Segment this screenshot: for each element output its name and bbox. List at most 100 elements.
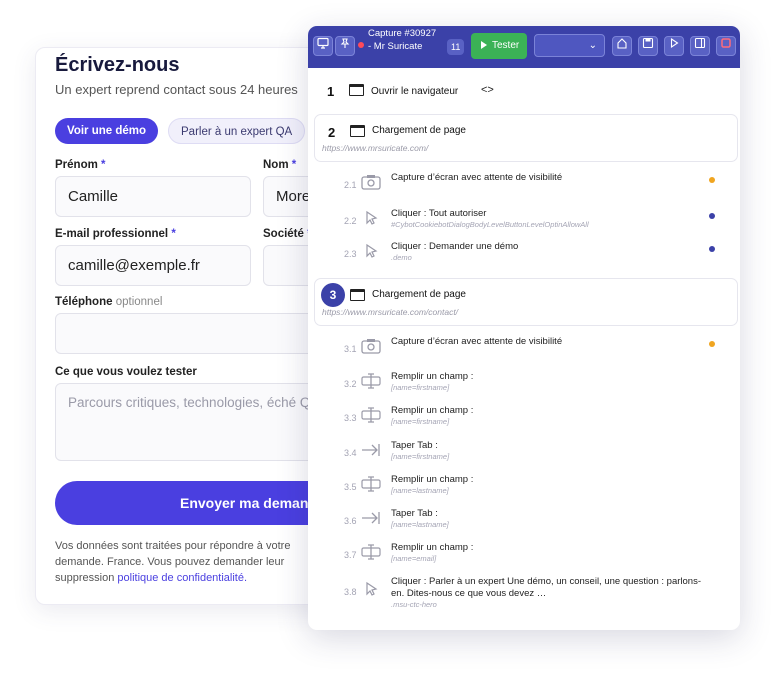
step-2-1[interactable]: 2.1 Capture d’écran avec attente de visi…	[338, 172, 738, 206]
step-2-3[interactable]: 2.3 Cliquer : Demander une démo .demo	[338, 241, 738, 275]
recorder-title: Capture #30927 - Mr Suricate	[368, 28, 437, 52]
page-load-icon	[350, 125, 365, 137]
step-count-badge: 11	[447, 39, 465, 55]
step-selector: #CybotCookiebotDialogBodyLevelButtonLeve…	[391, 220, 589, 229]
code-icon[interactable]: <>	[481, 84, 494, 96]
text-field-icon	[360, 476, 382, 494]
step-selector: [name=firstname]	[391, 383, 450, 392]
monitor-icon[interactable]	[313, 36, 333, 56]
step-number: 1	[327, 84, 335, 99]
step-3-7[interactable]: 3.7 Remplir un champ : [name=email]	[338, 542, 738, 576]
form-title: Écrivez-nous	[55, 54, 180, 76]
step-2-2[interactable]: 2.2 Cliquer : Tout autoriser #CybotCooki…	[338, 208, 738, 242]
step-label: Cliquer : Parler à un expert Une démo, u…	[391, 576, 701, 599]
step-number: 3.8	[344, 587, 357, 597]
tab-arrow-icon	[360, 510, 382, 528]
save-icon[interactable]	[638, 36, 658, 56]
pin-icon[interactable]	[335, 36, 355, 56]
step-label: Ouvrir le navigateur	[371, 86, 459, 97]
status-dot	[709, 246, 715, 252]
step-2[interactable]: 2 Chargement de page https://www.mrsuric…	[314, 114, 738, 162]
step-label: Taper Tab :	[391, 508, 438, 519]
recorder-panel: Capture #30927 - Mr Suricate 11 Tester ⌄…	[308, 26, 740, 630]
phone-label: Téléphone optionnel	[55, 296, 163, 308]
step-selector: [name=email]	[391, 554, 437, 563]
test-button[interactable]: Tester	[471, 33, 527, 59]
step-label: Remplir un champ :	[391, 542, 474, 553]
step-3[interactable]: 3 Chargement de page https://www.mrsuric…	[314, 278, 738, 326]
submit-button[interactable]: Envoyer ma demande	[55, 481, 334, 525]
step-label: Capture d’écran avec attente de visibili…	[391, 336, 563, 347]
step-label: Remplir un champ :	[391, 405, 474, 416]
step-selector: [name=firstname]	[391, 417, 450, 426]
step-label: Cliquer : Demander une démo	[391, 241, 519, 252]
text-field-icon	[360, 373, 382, 391]
recorder-toolbar: Capture #30927 - Mr Suricate 11 Tester ⌄	[308, 26, 740, 68]
step-selector: [name=lastname]	[391, 486, 449, 495]
step-number: 3.7	[344, 550, 357, 560]
email-label: E-mail professionnel *	[55, 228, 176, 240]
home-icon[interactable]	[612, 36, 632, 56]
step-selector: .msu-ctc-hero	[391, 600, 437, 609]
panel-toggle-icon[interactable]	[690, 36, 710, 56]
step-number: 3	[321, 283, 345, 307]
step-selector: [name=firstname]	[391, 452, 450, 461]
play-icon	[481, 41, 487, 49]
cursor-icon	[360, 581, 382, 599]
step-number: 3.2	[344, 379, 357, 389]
step-3-2[interactable]: 3.2 Remplir un champ : [name=firstname]	[338, 371, 738, 405]
form-subtitle: Un expert reprend contact sous 24 heures	[55, 82, 298, 97]
step-selector: [name=lastname]	[391, 520, 449, 529]
step-label: Remplir un champ :	[391, 474, 474, 485]
text-field-icon	[360, 544, 382, 562]
phone-field[interactable]	[55, 313, 334, 354]
tab-expert[interactable]: Parler à un expert QA	[168, 118, 306, 144]
status-dot	[709, 213, 715, 219]
test-textarea[interactable]: Parcours critiques, technologies, éché Q…	[55, 383, 334, 461]
step-3-1[interactable]: 3.1 Capture d’écran avec attente de visi…	[338, 336, 738, 370]
status-dot	[709, 177, 715, 183]
tab-arrow-icon	[360, 442, 382, 460]
stop-icon[interactable]	[716, 36, 736, 56]
test-label: Ce que vous voulez tester	[55, 366, 197, 378]
cursor-icon	[360, 210, 382, 228]
step-number: 3.4	[344, 448, 357, 458]
step-url: https://www.mrsuricate.com/	[322, 143, 429, 153]
cursor-icon	[360, 243, 382, 261]
step-3-5[interactable]: 3.5 Remplir un champ : [name=lastname]	[338, 474, 738, 508]
chevron-down-icon: ⌄	[588, 40, 597, 51]
tab-demo[interactable]: Voir une démo	[55, 118, 159, 144]
company-label: Société *	[263, 228, 312, 240]
firstname-field[interactable]: Camille	[55, 176, 251, 217]
status-dot	[709, 341, 715, 347]
step-number: 2.3	[344, 249, 357, 259]
step-label: Capture d’écran avec attente de visibili…	[391, 172, 563, 183]
step-label: Cliquer : Tout autoriser	[391, 208, 487, 219]
step-3-3[interactable]: 3.3 Remplir un champ : [name=firstname]	[338, 405, 738, 439]
step-label: Chargement de page	[372, 125, 466, 136]
email-field[interactable]: camille@exemple.fr	[55, 245, 251, 286]
page-load-icon	[350, 289, 365, 301]
step-3-4[interactable]: 3.4 Taper Tab : [name=firstname]	[338, 440, 738, 474]
camera-icon	[360, 174, 382, 192]
step-number: 3.6	[344, 516, 357, 526]
step-3-8[interactable]: 3.8 Cliquer : Parler à un expert Une dém…	[338, 576, 738, 616]
browser-window-icon	[349, 84, 364, 96]
step-number: 3.5	[344, 482, 357, 492]
privacy-link[interactable]: politique de confidentialité.	[117, 572, 247, 584]
legal-text: Vos données sont traitées pour répondre …	[55, 540, 291, 584]
step-1[interactable]: 1 Ouvrir le navigateur <>	[314, 75, 738, 105]
step-number: 2.2	[344, 216, 357, 226]
step-number: 2.1	[344, 180, 357, 190]
text-field-icon	[360, 407, 382, 425]
camera-icon	[360, 338, 382, 356]
recording-dot	[358, 42, 364, 48]
step-label: Remplir un champ :	[391, 371, 474, 382]
firstname-label: Prénom *	[55, 159, 106, 171]
environment-select[interactable]: ⌄	[534, 34, 605, 57]
step-3-6[interactable]: 3.6 Taper Tab : [name=lastname]	[338, 508, 738, 542]
step-selector: .demo	[391, 253, 412, 262]
play-outline-icon[interactable]	[664, 36, 684, 56]
step-label: Chargement de page	[372, 289, 466, 300]
lastname-label: Nom *	[263, 159, 297, 171]
